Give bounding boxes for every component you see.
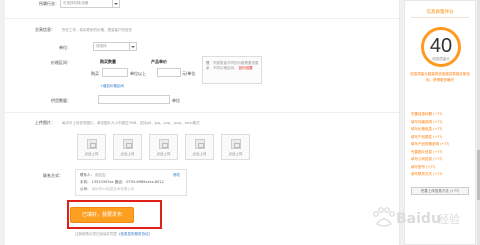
- contact-phone-row: 手机： 13510303xx 固话： 0755-6989xxxx-6012: [80, 180, 164, 184]
- score-description: 信息质量分越高的信息越容易被买家找到，获得更多曝光: [410, 72, 470, 82]
- agreement-link[interactable]: 《信息发布服务协议》: [117, 232, 152, 236]
- score-gauge: 40 信息质量分: [421, 27, 461, 67]
- list-item[interactable]: 填写详细说明 (+??): [411, 119, 473, 127]
- upload-slot-5[interactable]: 点此上传: [221, 134, 250, 160]
- image-upload-label: 上传图片：: [35, 120, 55, 125]
- list-item[interactable]: 填写公司信息 (+??): [411, 156, 473, 164]
- chevron-down-icon: [112, 0, 119, 7]
- improvement-list: 完善信息标题 (+??) 填写详细说明 (+??) 填写价格信息 (+??) 填…: [411, 111, 473, 179]
- baidu-watermark: Baidu 经验: [368, 200, 468, 240]
- yuan-suffix: 元/单位: [182, 71, 196, 76]
- publish-form-panel: 所属行业： 可选择机械/设备 交易信息： 所在工作、真实联系的价格，提高客户的信…: [5, 0, 400, 245]
- more-tips-button[interactable]: 完善上传信息方法 (+??): [411, 187, 469, 195]
- list-item[interactable]: 完善图片信息 (+??): [411, 149, 473, 157]
- list-item[interactable]: 填写产品规格说明 (+??): [411, 141, 473, 149]
- how-to-set-link[interactable]: 如何设置: [239, 66, 253, 70]
- chevron-down-icon: [129, 43, 136, 50]
- score-title: 信息质量评分: [426, 10, 454, 15]
- score-value: 40: [429, 35, 453, 57]
- price-tip-box: 提示 同类数量不同的价格需要设置不同价格区间， 如何设置: [202, 56, 262, 84]
- supply-quantity-input[interactable]: [98, 95, 170, 104]
- contact-company-row: 公司： 深圳市xx信息技术有限公司: [80, 187, 135, 191]
- supply-label: 供货数量：: [51, 98, 71, 103]
- edit-contact-link[interactable]: 修改: [173, 173, 180, 178]
- list-item[interactable]: 填写联系方式 (+??): [411, 171, 473, 179]
- list-item[interactable]: 填写产品属性 (+??): [411, 134, 473, 142]
- supply-unit-suffix: 单位: [172, 98, 180, 103]
- upload-slot-2[interactable]: 点此上传: [113, 134, 142, 160]
- add-price-range-link[interactable]: +增加价格区间: [100, 84, 124, 89]
- list-item[interactable]: 填写型号 (+??): [411, 164, 473, 172]
- upload-slot-4[interactable]: 点此上传: [185, 134, 214, 160]
- price-range-label: 价格区间：: [51, 60, 71, 65]
- contact-label: 联系方式：: [43, 173, 63, 178]
- price-tip-label: 提示: [206, 61, 210, 70]
- divider: [411, 17, 469, 18]
- image-placeholder-icon: [87, 139, 97, 149]
- baidu-logo-icon: Baidu 经验: [373, 207, 460, 227]
- unit-label: 单位：: [59, 45, 71, 50]
- contact-name-row: 联系人： 林先生: [80, 173, 106, 177]
- list-item[interactable]: 完善信息标题 (+??): [411, 111, 473, 119]
- unit-price-input[interactable]: [157, 68, 181, 77]
- price-tip-text: 同类数量不同的价格需要设置不同价格区间， 如何设置: [213, 61, 259, 70]
- unit-suffix: 单位以上: [130, 71, 146, 76]
- image-placeholder-icon: [159, 139, 169, 149]
- price-header: 产品单价: [151, 59, 167, 64]
- contact-card: 联系人： 林先生 修改 手机： 13510303xx 固话： 0755-6989…: [75, 169, 187, 196]
- image-upload-tip: 每次可上传多张图片，单张图片大小不超过3MB，支持gif，jpg，png，jpe…: [62, 121, 200, 125]
- industry-label: 所属行业：: [39, 1, 59, 6]
- upload-slot-1[interactable]: 点此上传: [77, 134, 106, 160]
- unit-select[interactable]: 请选择: [93, 42, 137, 51]
- trade-info-tip: 所在工作、真实联系的价格，提高客户的信任: [62, 28, 132, 32]
- image-placeholder-icon: [195, 139, 205, 149]
- min-quantity-input[interactable]: [102, 68, 128, 77]
- score-caption: 信息质量分: [432, 57, 450, 61]
- image-placeholder-icon: [231, 139, 241, 149]
- divider: [5, 112, 399, 113]
- industry-select[interactable]: 可选择机械/设备: [60, 0, 120, 8]
- upload-slot-3[interactable]: 点此上传: [149, 134, 178, 160]
- buy-prefix: 购买: [91, 71, 99, 76]
- publish-button[interactable]: 已填好，我要发布: [70, 207, 134, 223]
- image-placeholder-icon: [123, 139, 133, 149]
- agreement-note: 注册即表示您已阅读并同意《信息发布服务协议》: [75, 232, 152, 236]
- svg-text:Baidu: Baidu: [396, 211, 441, 227]
- divider: [5, 18, 399, 19]
- svg-text:经验: 经验: [438, 212, 460, 226]
- trade-info-label: 交易信息：: [35, 27, 55, 32]
- list-item[interactable]: 填写价格信息 (+??): [411, 126, 473, 134]
- qty-header: 购买数量: [100, 59, 116, 64]
